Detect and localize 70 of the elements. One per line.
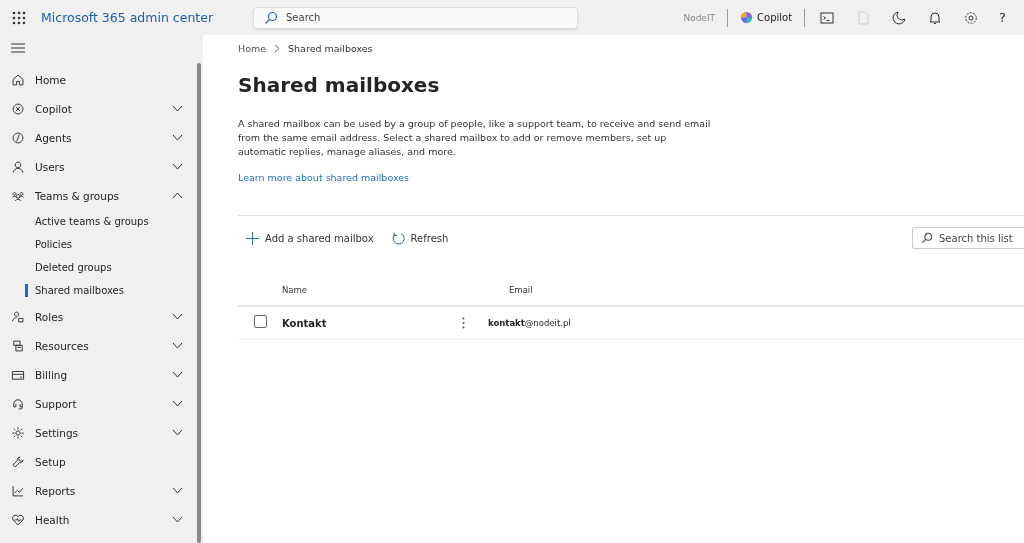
menu-icon[interactable] [11, 43, 25, 53]
chevron-down-icon [172, 429, 183, 436]
nav-item[interactable]: Roles [0, 302, 195, 331]
nav-item[interactable]: Teams & groups [0, 181, 195, 210]
nav-icon [11, 338, 25, 353]
refresh-icon [391, 231, 405, 245]
bell-icon[interactable] [928, 10, 943, 25]
organization-name: NodeIT [683, 12, 716, 23]
nav-item[interactable]: Users [0, 152, 195, 181]
app-launcher-icon[interactable] [12, 10, 26, 25]
search-icon [921, 232, 933, 244]
refresh-button[interactable]: Refresh [391, 229, 449, 247]
breadcrumb-item[interactable]: Home [238, 43, 267, 54]
search-icon [264, 10, 278, 25]
settings-icon[interactable] [964, 10, 979, 25]
nav-subitem[interactable]: Active teams & groups [0, 210, 195, 233]
nav-icon [11, 512, 25, 527]
chevron-down-icon [172, 163, 183, 170]
list-search-field[interactable]: Search this list [912, 227, 1024, 249]
nav-icon [11, 159, 25, 174]
nav-item[interactable]: Resources [0, 331, 195, 360]
moon-icon[interactable] [892, 10, 907, 25]
copilot-button[interactable]: Copilot [736, 11, 797, 24]
nav-icon [11, 454, 25, 469]
nav-icon [11, 483, 25, 498]
page-title: Shared mailboxes [238, 73, 441, 97]
nav-subitem[interactable]: Shared mailboxes [0, 279, 195, 302]
nav-item[interactable]: Copilot [0, 94, 195, 123]
page-description: A shared mailbox can be used by a group of people, like a support team, to receive and send email from the same email address. Select a shared mailbox to add or remove members, set up automatic replies, manage aliases, and more. [238, 117, 712, 159]
nav-item[interactable]: Reports [0, 476, 195, 505]
chevron-right-icon [274, 44, 281, 53]
column-header[interactable]: Email [509, 285, 533, 295]
column-header[interactable]: Name [282, 285, 462, 295]
nav-item[interactable]: Health [0, 505, 195, 534]
add-mailbox-button[interactable]: Add a shared mailbox [246, 229, 374, 247]
chevron-down-icon [172, 105, 183, 112]
chevron-down-icon [172, 487, 183, 494]
nav-item[interactable]: Agents [0, 123, 195, 152]
chevron-down-icon [172, 516, 183, 523]
search-field[interactable]: Search [253, 6, 578, 29]
table-cell[interactable]: Kontakt [282, 317, 462, 329]
chevron-up-icon [172, 192, 183, 199]
chevron-down-icon [172, 400, 183, 407]
copilot-icon [740, 11, 754, 24]
terminal-icon[interactable] [820, 10, 835, 25]
nav-icon [11, 396, 25, 411]
plus-icon [246, 231, 259, 245]
chevron-down-icon [172, 342, 183, 349]
nav-item[interactable]: Settings [0, 418, 195, 447]
learn-more-link[interactable]: Learn more about shared mailboxes [238, 172, 410, 183]
chevron-down-icon [172, 313, 183, 320]
nav-icon [11, 130, 25, 145]
table-cell: kontakt@nodeit.pl [488, 318, 571, 328]
row-checkbox[interactable] [253, 314, 267, 328]
app-title[interactable]: Microsoft 365 admin center [41, 10, 253, 25]
nav-icon [11, 72, 25, 87]
chevron-down-icon [172, 371, 183, 378]
nav-item[interactable]: Setup [0, 447, 195, 476]
nav-subitem[interactable]: Deleted groups [0, 256, 195, 279]
breadcrumb-item[interactable]: Shared mailboxes [288, 43, 373, 54]
nav-item[interactable]: Home [0, 65, 195, 94]
nav-icon [11, 101, 25, 116]
nav-item[interactable]: Billing [0, 360, 195, 389]
nav-item[interactable]: Support [0, 389, 195, 418]
help-button[interactable]: ? [993, 10, 1012, 25]
nav-subitem[interactable]: Policies [0, 233, 195, 256]
nav-icon [11, 425, 25, 440]
nav-icon [11, 309, 25, 324]
more-options-icon[interactable] [462, 317, 465, 329]
chevron-down-icon [172, 134, 183, 141]
